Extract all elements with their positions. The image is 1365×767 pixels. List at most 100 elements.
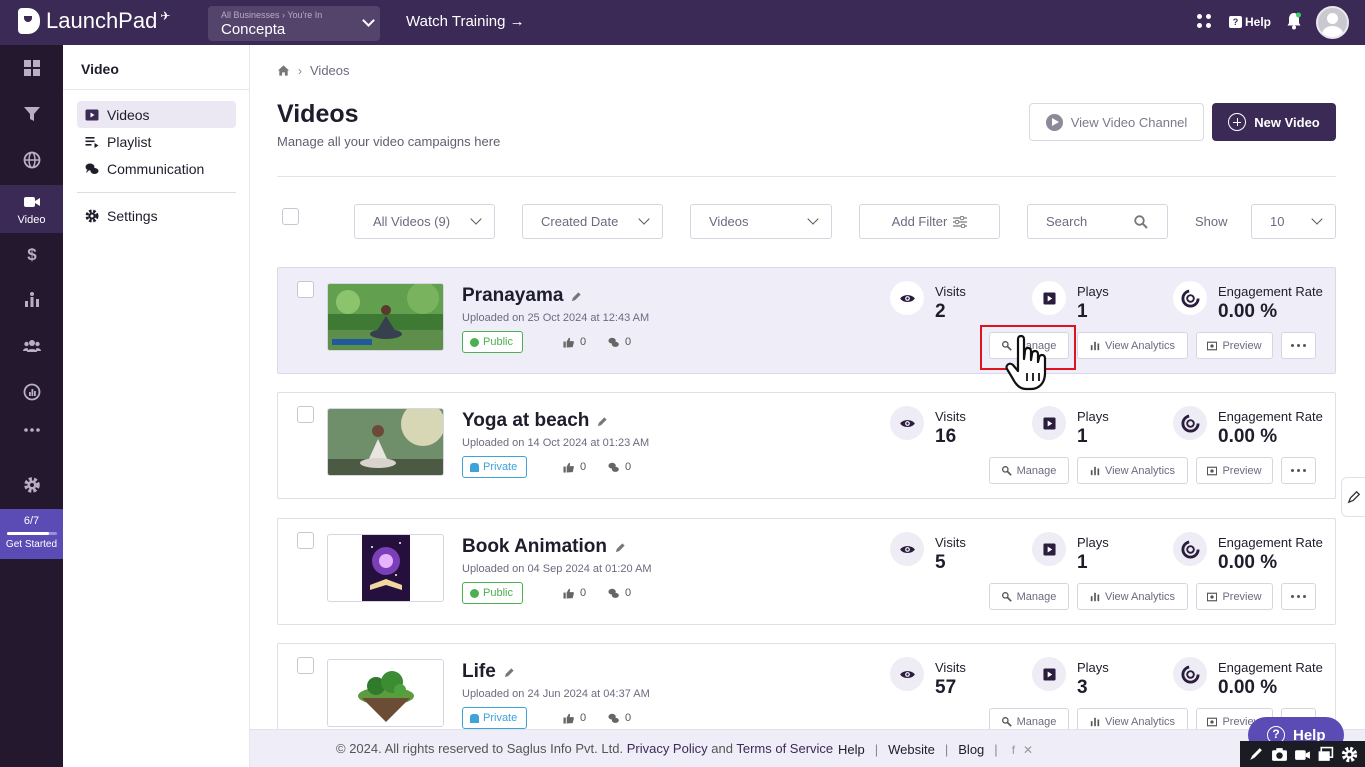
users-icon[interactable]	[0, 325, 63, 367]
watch-training-link[interactable]: Watch Training →	[406, 13, 525, 30]
apps-grid-icon[interactable]	[1197, 14, 1211, 28]
gear-icon	[85, 209, 99, 222]
video-select-checkbox[interactable]	[297, 281, 314, 298]
view-analytics-button[interactable]: View Analytics	[1077, 457, 1188, 484]
video-record-icon[interactable]	[1294, 746, 1311, 763]
video-select-checkbox[interactable]	[297, 532, 314, 549]
page-size-dropdown[interactable]: 10	[1251, 204, 1336, 239]
video-thumbnail[interactable]	[327, 408, 444, 476]
bell-icon[interactable]	[1286, 12, 1302, 30]
view-analytics-button[interactable]: View Analytics	[1077, 583, 1188, 610]
upload-date: Uploaded on 14 Oct 2024 at 01:23 AM	[462, 437, 650, 449]
add-filter-button[interactable]: Add Filter	[859, 204, 1000, 239]
video-nav-label: Video	[17, 213, 46, 226]
divider	[277, 176, 1336, 177]
globe-icon[interactable]	[0, 139, 63, 181]
video-type-dropdown[interactable]: Videos	[690, 204, 832, 239]
more-options-button[interactable]	[1281, 583, 1316, 610]
business-switcher[interactable]: All Businesses › You're In Concepta	[208, 6, 380, 41]
new-video-button[interactable]: New Video	[1212, 103, 1336, 141]
video-nav-item[interactable]: Video	[0, 185, 63, 233]
sidebar-item-communication[interactable]: Communication	[77, 155, 236, 182]
funnel-icon[interactable]	[0, 93, 63, 135]
edit-pencil-icon[interactable]	[571, 291, 582, 302]
search-icon[interactable]	[1134, 215, 1148, 229]
sidebar-item-settings[interactable]: Settings	[77, 202, 236, 229]
preview-button[interactable]: Preview	[1196, 332, 1273, 359]
x-twitter-icon[interactable]: ✕	[1023, 743, 1033, 757]
rocket-icon: ✈	[160, 9, 171, 23]
visibility-badge[interactable]: Public	[462, 331, 523, 353]
preview-button[interactable]: Preview	[1196, 457, 1273, 484]
analytics-icon[interactable]	[0, 279, 63, 321]
eye-icon	[890, 406, 924, 440]
visibility-label: Private	[483, 712, 518, 724]
globe-icon	[470, 337, 479, 347]
video-select-checkbox[interactable]	[297, 657, 314, 674]
view-video-channel-button[interactable]: View Video Channel	[1029, 103, 1204, 141]
camera-icon[interactable]	[1271, 746, 1288, 763]
home-icon[interactable]	[277, 64, 290, 77]
preview-label: Preview	[1222, 464, 1262, 477]
sidebar-item-label: Videos	[107, 106, 150, 123]
business-breadcrumb: All Businesses › You're In	[221, 10, 323, 20]
sidebar-item-playlist[interactable]: Playlist	[77, 128, 236, 155]
edit-pencil-icon[interactable]	[504, 667, 515, 678]
dollar-icon[interactable]: $	[0, 233, 63, 275]
separator: |	[944, 742, 949, 757]
video-thumbnail[interactable]	[327, 659, 444, 727]
footer-blog-link[interactable]: Blog	[958, 742, 984, 757]
help-label: Help	[1245, 15, 1272, 29]
settings-gear-icon[interactable]	[0, 464, 63, 506]
eye-icon	[890, 281, 924, 315]
edit-pencil-icon[interactable]	[597, 416, 608, 427]
visits-value: 5	[935, 552, 946, 573]
video-select-checkbox[interactable]	[297, 406, 314, 423]
search-input[interactable]: Search	[1027, 204, 1168, 239]
wrench-icon	[1001, 465, 1012, 476]
and-text: and	[711, 741, 733, 756]
view-analytics-button[interactable]: View Analytics	[1077, 332, 1188, 359]
globe-icon	[470, 588, 479, 598]
get-started-progress[interactable]: 6/7 Get Started	[0, 509, 63, 559]
avatar[interactable]	[1316, 6, 1349, 39]
gauge-icon[interactable]	[0, 371, 63, 413]
question-icon: ?	[1229, 16, 1242, 28]
dashboard-icon[interactable]	[0, 47, 63, 89]
video-thumbnail[interactable]	[327, 283, 444, 351]
visits-value: 2	[935, 301, 946, 322]
more-options-button[interactable]	[1281, 332, 1316, 359]
created-date-dropdown[interactable]: Created Date	[522, 204, 663, 239]
show-label: Show	[1195, 214, 1228, 229]
plus-circle-icon	[1228, 113, 1247, 131]
engagement-label: Engagement Rate	[1218, 284, 1323, 299]
footer-website-link[interactable]: Website	[888, 742, 935, 757]
thumbs-up-icon	[563, 337, 574, 348]
footer-help-link[interactable]: Help	[838, 742, 865, 757]
more-options-button[interactable]	[1281, 457, 1316, 484]
more-icon[interactable]	[0, 409, 63, 451]
comments-value: 0	[625, 587, 632, 599]
facebook-icon[interactable]: f	[1012, 743, 1015, 757]
manage-button[interactable]: Manage	[989, 457, 1069, 484]
sidebar-item-videos[interactable]: Videos	[77, 101, 236, 128]
all-videos-dropdown[interactable]: All Videos (9)	[354, 204, 495, 239]
manage-button[interactable]: Manage	[989, 583, 1069, 610]
visibility-badge[interactable]: Private	[462, 707, 528, 729]
edit-pencil-icon[interactable]	[615, 542, 626, 553]
logo[interactable]: LaunchPad ✈	[18, 8, 170, 34]
visibility-badge[interactable]: Public	[462, 582, 523, 604]
brush-icon[interactable]	[1247, 746, 1264, 763]
windows-icon[interactable]	[1317, 746, 1334, 763]
visibility-badge[interactable]: Private	[462, 456, 528, 478]
select-all-checkbox[interactable]	[282, 208, 299, 225]
help-button[interactable]: ? Help	[1229, 15, 1271, 29]
gear-icon[interactable]	[1341, 746, 1358, 763]
video-thumbnail[interactable]	[327, 534, 444, 602]
preview-icon	[1207, 592, 1218, 601]
preview-button[interactable]: Preview	[1196, 583, 1273, 610]
privacy-policy-link[interactable]: Privacy Policy	[627, 741, 708, 756]
progress-bar	[6, 532, 57, 535]
side-panel-toggle[interactable]	[1341, 477, 1365, 517]
terms-link[interactable]: Terms of Service	[736, 741, 833, 756]
